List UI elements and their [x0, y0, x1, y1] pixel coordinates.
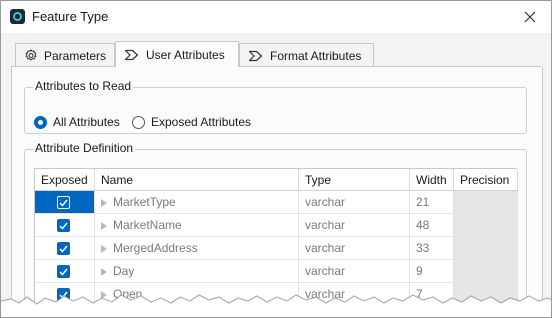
table-row-precision-cell [454, 237, 518, 260]
exposed-checkbox[interactable] [57, 219, 70, 232]
table-row-exposed-cell[interactable] [35, 191, 95, 214]
window-title: Feature Type [32, 9, 109, 24]
close-button[interactable] [519, 7, 541, 27]
app-icon [10, 9, 25, 24]
column-header-exposed[interactable]: Exposed [35, 169, 95, 191]
table-row-name-cell[interactable]: Open [95, 283, 299, 306]
exposed-checkbox[interactable] [57, 288, 70, 301]
table-row-type-cell[interactable]: varchar [299, 191, 410, 214]
radio-exposed-attributes-label: Exposed Attributes [151, 115, 252, 129]
table-row-width-cell[interactable]: 9 [410, 260, 454, 283]
expand-arrow-icon[interactable] [101, 290, 107, 299]
table-row-name-cell[interactable]: MarketName [95, 214, 299, 237]
table-row-width-cell[interactable]: 48 [410, 214, 454, 237]
table-row-exposed-cell[interactable] [35, 283, 95, 306]
tab-format-attributes-label: Format Attributes [270, 48, 362, 63]
radio-exposed-attributes[interactable]: Exposed Attributes [132, 115, 251, 129]
table-row-type-cell[interactable]: varchar [299, 260, 410, 283]
attribute-name: Open [113, 287, 143, 301]
tab-format-attributes[interactable]: Format Attributes [239, 43, 374, 67]
table-row-exposed-cell[interactable] [35, 214, 95, 237]
close-icon [524, 11, 536, 23]
expand-arrow-icon[interactable] [101, 198, 107, 207]
attributes-to-read-title: Attributes to Read [33, 79, 134, 93]
attribute-table: Exposed Name Type Width Precision Market… [34, 168, 518, 317]
table-row-type-cell[interactable]: varchar [299, 237, 410, 260]
checkmark-icon [59, 245, 68, 253]
table-row-name-cell[interactable]: MergedAddress [95, 237, 299, 260]
table-row-exposed-cell[interactable] [35, 237, 95, 260]
checkmark-icon [59, 222, 68, 230]
table-row-type-cell[interactable]: varchar [299, 214, 410, 237]
gear-icon [25, 49, 37, 61]
column-header-type[interactable]: Type [299, 169, 410, 191]
column-header-name[interactable]: Name [95, 169, 299, 191]
table-row-name-cell[interactable]: MarketType [95, 191, 299, 214]
table-row-width-cell[interactable]: 7 [410, 283, 454, 306]
column-header-precision[interactable]: Precision [454, 169, 518, 191]
tab-parameters[interactable]: Parameters [15, 43, 115, 67]
checkmark-icon [59, 291, 68, 299]
expand-arrow-icon[interactable] [101, 267, 107, 276]
table-row-precision-cell [454, 191, 518, 214]
attribute-tab-icon [248, 50, 263, 61]
tab-user-attributes-label: User Attributes [146, 47, 225, 62]
feature-type-dialog: Feature Type Parameters User Attributes … [0, 0, 552, 318]
radio-unselected-icon [132, 115, 145, 129]
table-row-name-cell[interactable]: Day [95, 260, 299, 283]
radio-selected-icon [34, 115, 47, 129]
exposed-checkbox[interactable] [57, 196, 70, 209]
checkmark-icon [59, 268, 68, 276]
attribute-name: Day [113, 264, 135, 278]
radio-all-attributes[interactable]: All Attributes [34, 115, 120, 129]
attribute-name: MarketType [113, 195, 176, 209]
table-row-precision-cell [454, 283, 518, 306]
table-row-exposed-cell[interactable] [35, 260, 95, 283]
expand-arrow-icon[interactable] [101, 244, 107, 253]
radio-all-attributes-label: All Attributes [53, 115, 120, 129]
table-row-width-cell[interactable]: 33 [410, 237, 454, 260]
attribute-name: MarketName [113, 218, 182, 232]
column-header-width[interactable]: Width [410, 169, 454, 191]
exposed-checkbox[interactable] [57, 242, 70, 255]
expand-arrow-icon[interactable] [101, 221, 107, 230]
table-row-precision-cell [454, 214, 518, 237]
tab-parameters-label: Parameters [43, 48, 106, 63]
checkmark-icon [59, 199, 68, 207]
table-row-width-cell[interactable]: 21 [410, 191, 454, 214]
table-row-type-cell[interactable]: varchar [299, 283, 410, 306]
exposed-checkbox[interactable] [57, 265, 70, 278]
attribute-definition-title: Attribute Definition [33, 141, 136, 155]
title-bar: Feature Type [1, 1, 551, 33]
attribute-name: MergedAddress [113, 241, 198, 255]
attribute-tab-icon [124, 49, 139, 60]
tab-user-attributes[interactable]: User Attributes [115, 41, 239, 67]
table-row-precision-cell [454, 260, 518, 283]
